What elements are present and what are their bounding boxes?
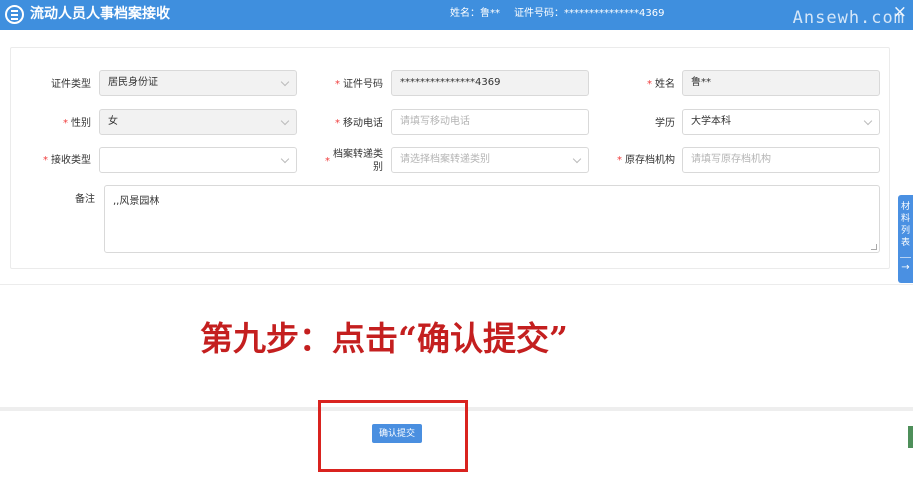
dialog-title: 流动人员人事档案接收 [30, 6, 170, 22]
receive-type-label: * 接收类型 [43, 155, 91, 166]
edge-indicator [908, 426, 913, 448]
name-value: 鲁** [691, 77, 711, 88]
arrow-right-icon: → [901, 262, 910, 273]
chevron-down-icon [280, 77, 290, 87]
id-type-select[interactable]: 居民身份证 [99, 70, 297, 96]
remarks-textarea[interactable]: ,,风景园林 [104, 185, 880, 253]
archive-form: 证件类型 居民身份证 * 证件号码 ***************4369 * 姓名… [10, 47, 890, 269]
close-icon[interactable]: × [893, 2, 907, 22]
education-label: 学历 [655, 118, 675, 129]
original-archive-org-placeholder: 请填写原存档机构 [691, 154, 771, 165]
original-archive-org-input[interactable]: 请填写原存档机构 [682, 147, 880, 173]
education-value: 大学本科 [691, 116, 731, 127]
required-mark: * [325, 156, 330, 167]
required-mark: * [335, 118, 340, 129]
chevron-down-icon [863, 116, 873, 126]
remarks-label: 备注 [75, 194, 95, 205]
transfer-category-label: 档案转递类别 [333, 149, 383, 173]
mobile-label: * 移动电话 [335, 118, 383, 129]
header-id-number: 证件号码：***************4369 [514, 8, 665, 19]
remarks-value: ,,风景园林 [113, 196, 160, 207]
required-mark: * [617, 155, 622, 166]
id-number-value: ***************4369 [400, 77, 501, 88]
original-archive-org-label: * 原存档机构 [617, 155, 675, 166]
gender-select[interactable]: 女 [99, 109, 297, 135]
gender-value: 女 [108, 116, 118, 127]
id-number-field[interactable]: ***************4369 [391, 70, 589, 96]
chevron-down-icon [280, 116, 290, 126]
chevron-down-icon [572, 154, 582, 164]
header-name: 姓名：鲁** [450, 8, 500, 19]
document-list-icon [5, 5, 24, 24]
id-number-label: * 证件号码 [335, 79, 383, 90]
receive-type-select[interactable] [99, 147, 297, 173]
watermark: Ansewh.com [792, 8, 905, 28]
required-mark: * [335, 79, 340, 90]
required-mark: * [43, 155, 48, 166]
dialog-header: 流动人员人事档案接收 姓名：鲁** 证件号码：***************43… [0, 0, 913, 30]
highlight-box [318, 400, 468, 472]
gender-label: * 性别 [63, 118, 91, 129]
education-select[interactable]: 大学本科 [682, 109, 880, 135]
chevron-down-icon [280, 154, 290, 164]
mobile-input[interactable]: 请填写移动电话 [391, 109, 589, 135]
name-field[interactable]: 鲁** [682, 70, 880, 96]
material-list-tab[interactable]: 材料列表 → [898, 195, 913, 283]
id-type-label: 证件类型 [51, 79, 91, 90]
section-divider [0, 284, 913, 285]
mobile-placeholder: 请填写移动电话 [400, 116, 470, 127]
required-mark: * [63, 118, 68, 129]
required-mark: * [647, 79, 652, 90]
material-list-label: 材料列表 [900, 202, 910, 248]
name-label: * 姓名 [647, 79, 675, 90]
id-type-value: 居民身份证 [108, 77, 158, 88]
page: 流动人员人事档案接收 姓名：鲁** 证件号码：***************43… [0, 0, 913, 485]
transfer-category-placeholder: 请选择档案转递类别 [400, 154, 490, 165]
resize-handle-icon[interactable] [871, 244, 877, 250]
transfer-category-select[interactable]: 请选择档案转递类别 [391, 147, 589, 173]
step-instruction: 第九步：点击“确认提交” [200, 319, 568, 358]
transfer-category-required: * [325, 155, 333, 168]
side-tab-divider [900, 257, 911, 258]
